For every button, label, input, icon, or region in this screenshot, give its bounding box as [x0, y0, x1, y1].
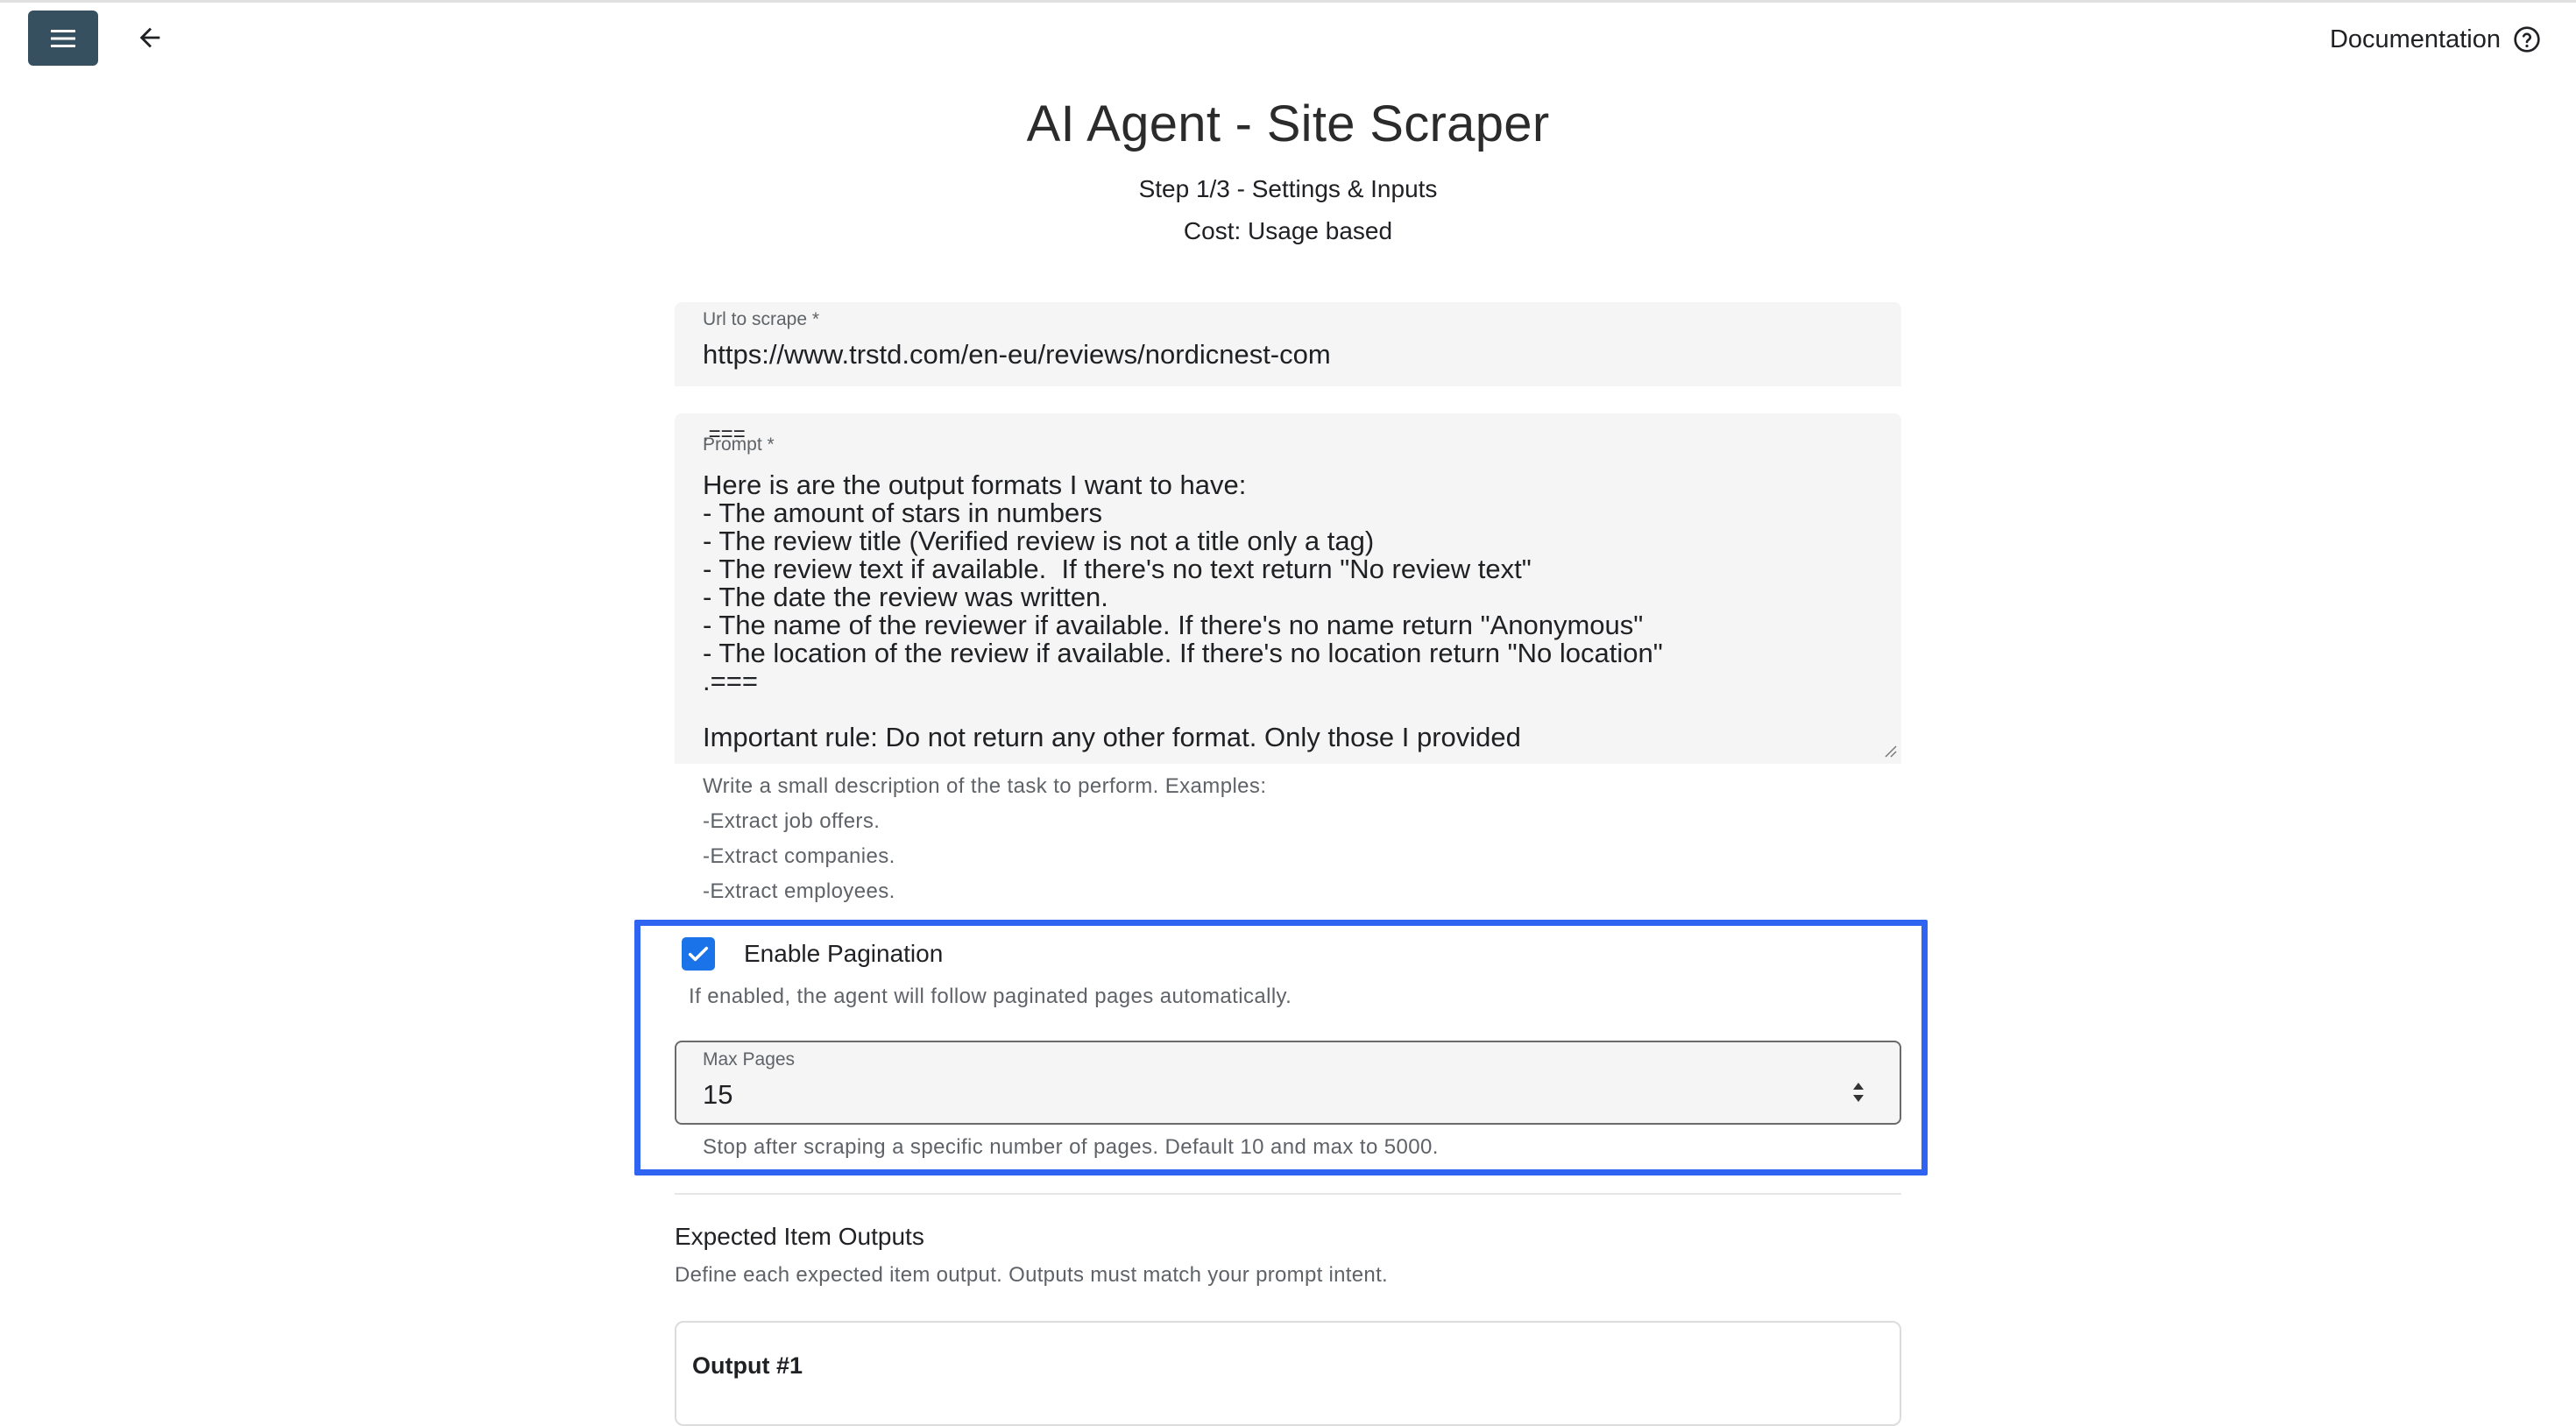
- checkmark-icon: [688, 946, 709, 962]
- prompt-hint-line: -Extract job offers.: [703, 809, 881, 833]
- documentation-label: Documentation: [2329, 25, 2501, 53]
- max-pages-field[interactable]: Max Pages 15: [675, 1041, 1901, 1125]
- max-pages-label: Max Pages: [703, 1049, 796, 1070]
- max-pages-value: 15: [703, 1079, 733, 1110]
- url-field[interactable]: Url to scrape * https://www.trstd.com/en…: [675, 302, 1901, 386]
- page-title: AI Agent - Site Scraper: [1026, 95, 1550, 152]
- prompt-field-value: Here is are the output formats I want to…: [703, 469, 1663, 752]
- prompt-hint-line: Write a small description of the task to…: [703, 774, 1267, 798]
- prompt-hint-line: -Extract employees.: [703, 879, 895, 903]
- url-field-value: https://www.trstd.com/en-eu/reviews/nord…: [703, 339, 1331, 370]
- arrow-left-icon: [139, 27, 160, 48]
- resize-handle-icon[interactable]: [1882, 743, 1898, 759]
- step-indicator: Step 1/3 - Settings & Inputs: [1138, 175, 1438, 202]
- top-border: [0, 0, 2576, 3]
- enable-pagination-label[interactable]: Enable Pagination: [744, 940, 943, 968]
- back-button[interactable]: [130, 18, 170, 58]
- pagination-description: If enabled, the agent will follow pagina…: [689, 985, 1292, 1008]
- output-card-title: Output #1: [692, 1352, 803, 1379]
- output-card: Output #1: [675, 1321, 1901, 1426]
- prompt-hint-line: -Extract companies.: [703, 844, 895, 868]
- help-circle-icon: [2514, 26, 2540, 53]
- max-pages-hint: Stop after scraping a specific number of…: [703, 1135, 1439, 1159]
- section-divider: [675, 1193, 1901, 1195]
- url-field-label: Url to scrape *: [703, 309, 820, 329]
- number-spinner-icon[interactable]: [1851, 1079, 1866, 1105]
- prompt-overflow-line: .===: [703, 422, 746, 446]
- menu-button[interactable]: [28, 11, 98, 66]
- enable-pagination-checkbox[interactable]: [682, 937, 715, 971]
- hamburger-menu-icon: [51, 29, 75, 47]
- prompt-field-label: Prompt *: [703, 434, 775, 455]
- expected-outputs-title: Expected Item Outputs: [675, 1223, 924, 1250]
- expected-outputs-description: Define each expected item output. Output…: [675, 1263, 1389, 1287]
- prompt-textarea[interactable]: .=== Prompt * Here is are the output for…: [675, 413, 1901, 764]
- documentation-link[interactable]: Documentation: [2330, 19, 2541, 60]
- cost-label: Cost: Usage based: [1183, 217, 1393, 244]
